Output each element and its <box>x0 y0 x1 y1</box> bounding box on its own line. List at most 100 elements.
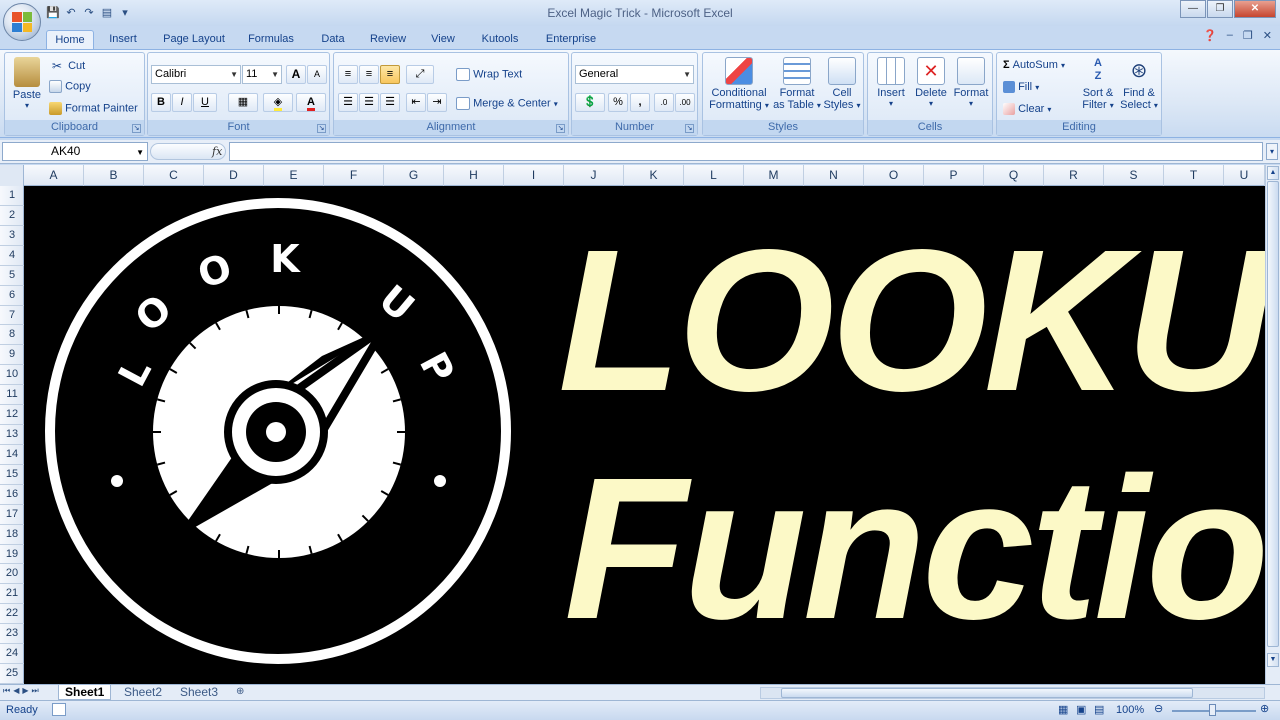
increase-indent-button[interactable]: ⇥ <box>427 93 447 112</box>
close-button[interactable]: ✕ <box>1234 0 1276 18</box>
format-painter-button[interactable]: Format Painter <box>49 102 138 115</box>
row-header[interactable]: 24 <box>0 644 24 665</box>
format-cells-button[interactable]: Format ▾ <box>952 57 990 108</box>
column-header[interactable]: B <box>84 165 144 186</box>
row-header[interactable]: 2 <box>0 206 24 226</box>
name-box[interactable]: AK40 ▼ <box>2 142 148 161</box>
tab-formulas[interactable]: Formulas <box>243 30 299 50</box>
number-dialog-launcher-icon[interactable]: ↘ <box>685 124 694 133</box>
align-right-button[interactable]: ☰ <box>380 93 400 112</box>
workbook-restore-icon[interactable]: ❐ <box>1243 29 1253 42</box>
column-header[interactable]: P <box>924 165 984 186</box>
tab-data[interactable]: Data <box>315 30 351 50</box>
cut-button[interactable]: ✂ Cut <box>49 58 85 74</box>
clear-button[interactable]: Clear ▾ <box>1003 103 1051 116</box>
accounting-format-button[interactable]: 💲 <box>575 93 605 112</box>
lookup-function-graphic[interactable]: L O O K U P LOOKUP Function <box>24 186 1265 684</box>
alignment-dialog-launcher-icon[interactable]: ↘ <box>556 124 565 133</box>
row-header[interactable]: 11 <box>0 385 24 406</box>
page-break-view-icon[interactable]: ▤ <box>1094 703 1104 716</box>
vertical-scrollbar[interactable]: ▲ ▼ <box>1265 165 1280 684</box>
format-as-table-button[interactable]: Format as Table ▾ <box>773 57 821 111</box>
borders-button[interactable]: ▦ <box>228 93 258 112</box>
row-header[interactable]: 10 <box>0 365 24 386</box>
insert-function-button[interactable]: fx <box>212 145 222 158</box>
tab-view[interactable]: View <box>424 30 462 50</box>
scroll-up-icon[interactable]: ▲ <box>1267 166 1279 180</box>
prev-sheet-icon[interactable]: ◀ <box>13 686 19 696</box>
row-header[interactable]: 17 <box>0 505 24 525</box>
increase-decimal-button[interactable]: .0 <box>654 93 674 112</box>
row-header[interactable]: 8 <box>0 325 24 346</box>
align-top-button[interactable]: ≡ <box>338 65 358 84</box>
insert-sheet-icon[interactable]: ⊕ <box>230 685 250 700</box>
decrease-indent-button[interactable]: ⇤ <box>406 93 426 112</box>
row-header[interactable]: 22 <box>0 604 24 625</box>
clipboard-dialog-launcher-icon[interactable]: ↘ <box>132 124 141 133</box>
font-size-combo[interactable]: 11 ▼ <box>242 65 282 84</box>
column-header[interactable]: D <box>204 165 264 186</box>
column-header[interactable]: U <box>1224 165 1265 186</box>
sheet-tab-sheet3[interactable]: Sheet3 <box>174 685 224 700</box>
column-header[interactable]: N <box>804 165 864 186</box>
restore-button[interactable]: ❐ <box>1207 0 1233 18</box>
grow-font-button[interactable]: A <box>286 65 306 84</box>
select-all-button[interactable] <box>0 165 24 186</box>
column-header[interactable]: J <box>564 165 624 186</box>
row-header[interactable]: 7 <box>0 306 24 326</box>
row-header[interactable]: 16 <box>0 485 24 505</box>
bold-button[interactable]: B <box>151 93 171 112</box>
column-header[interactable]: L <box>684 165 744 186</box>
workbook-close-icon[interactable]: ✕ <box>1263 29 1272 42</box>
column-header[interactable]: F <box>324 165 384 186</box>
row-header[interactable]: 5 <box>0 266 24 286</box>
column-header[interactable]: E <box>264 165 324 186</box>
fill-button[interactable]: Fill ▾ <box>1003 81 1039 94</box>
autosum-button[interactable]: Σ AutoSum ▾ <box>1003 59 1065 71</box>
tab-insert[interactable]: Insert <box>102 30 144 50</box>
first-sheet-icon[interactable]: ⏮ <box>3 686 10 696</box>
align-left-button[interactable]: ☰ <box>338 93 358 112</box>
next-sheet-icon[interactable]: ▶ <box>22 686 28 696</box>
scroll-down-icon[interactable]: ▼ <box>1267 653 1279 667</box>
column-header[interactable]: A <box>24 165 84 186</box>
zoom-slider-thumb[interactable] <box>1209 704 1216 716</box>
workbook-minimize-icon[interactable]: – <box>1227 29 1233 42</box>
column-header[interactable]: G <box>384 165 444 186</box>
row-header[interactable]: 13 <box>0 425 24 445</box>
row-header[interactable]: 19 <box>0 545 24 565</box>
row-header[interactable]: 14 <box>0 445 24 465</box>
horizontal-scrollbar[interactable] <box>760 687 1265 699</box>
page-layout-view-icon[interactable]: ▣ <box>1076 703 1086 716</box>
column-header[interactable]: R <box>1044 165 1104 186</box>
horizontal-scroll-thumb[interactable] <box>781 688 1193 698</box>
office-button[interactable] <box>3 3 41 41</box>
percent-style-button[interactable]: % <box>608 93 628 112</box>
row-header[interactable]: 1 <box>0 186 24 206</box>
expand-formula-bar-icon[interactable]: ▾ <box>1266 143 1278 160</box>
tab-kutools[interactable]: Kutools <box>475 30 525 50</box>
wrap-text-button[interactable]: Wrap Text <box>456 68 522 81</box>
column-header[interactable]: I <box>504 165 564 186</box>
row-header[interactable]: 23 <box>0 624 24 645</box>
zoom-in-icon[interactable]: ⊕ <box>1260 702 1269 715</box>
number-format-combo[interactable]: General ▼ <box>575 65 694 84</box>
copy-button[interactable]: Copy <box>49 80 91 93</box>
row-header[interactable]: 12 <box>0 405 24 426</box>
tab-enterprise[interactable]: Enterprise <box>540 30 602 50</box>
vertical-scroll-thumb[interactable] <box>1267 181 1279 647</box>
column-header[interactable]: C <box>144 165 204 186</box>
sort-filter-button[interactable]: AZ Sort & Filter ▾ <box>1079 57 1117 111</box>
macro-record-icon[interactable] <box>52 703 66 716</box>
normal-view-icon[interactable]: ▦ <box>1058 703 1068 716</box>
minimize-button[interactable]: — <box>1180 0 1206 18</box>
decrease-decimal-button[interactable]: .00 <box>675 93 695 112</box>
underline-button[interactable]: U <box>193 93 217 112</box>
italic-button[interactable]: I <box>172 93 192 112</box>
comma-style-button[interactable]: , <box>630 93 650 112</box>
column-header[interactable]: O <box>864 165 924 186</box>
last-sheet-icon[interactable]: ⏭ <box>32 686 39 696</box>
row-header[interactable]: 9 <box>0 345 24 366</box>
fill-color-button[interactable]: ◈ <box>263 93 293 112</box>
align-center-button[interactable]: ☰ <box>359 93 379 112</box>
